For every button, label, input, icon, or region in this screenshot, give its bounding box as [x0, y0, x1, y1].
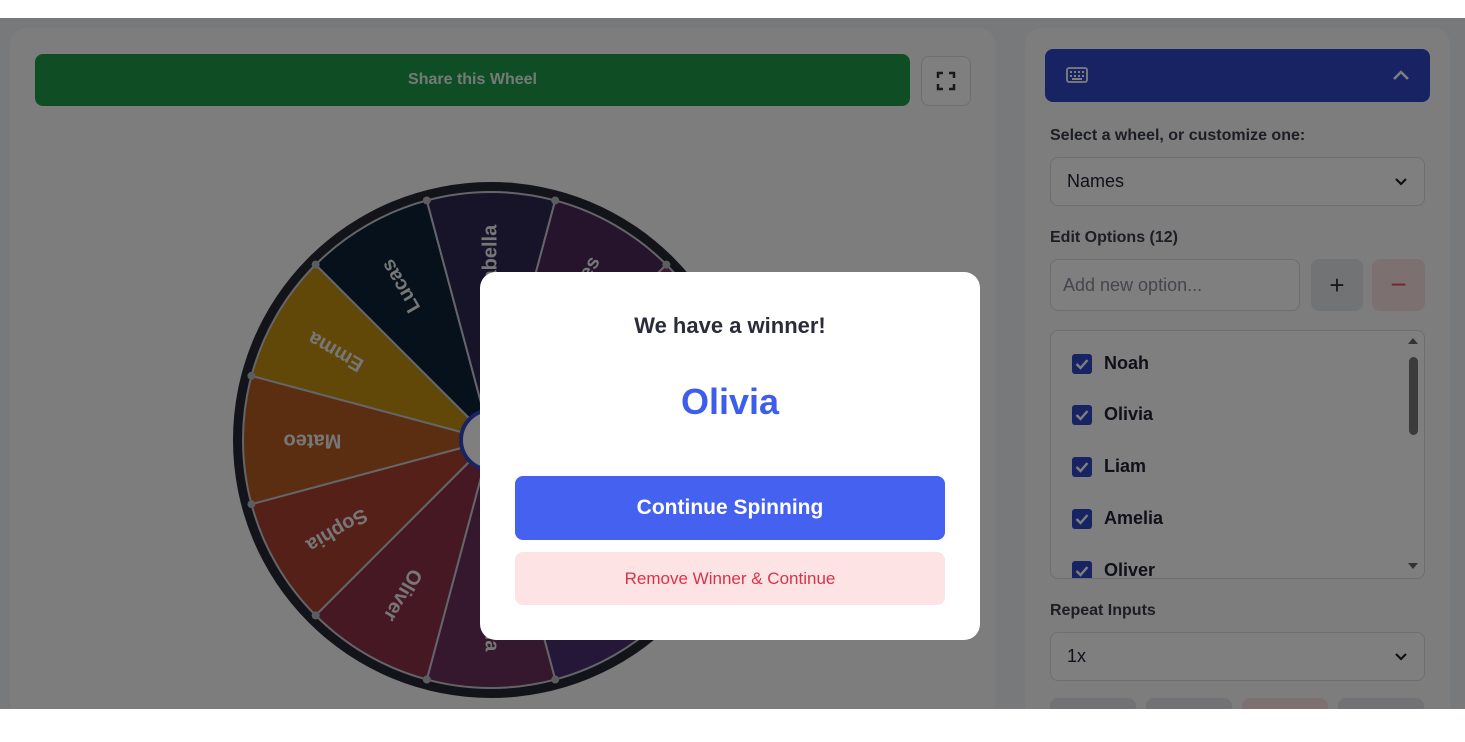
winner-name: Olivia: [680, 381, 780, 422]
dialog-title: We have a winner!: [634, 313, 826, 338]
remove-winner-button[interactable]: Remove Winner & Continue: [515, 552, 945, 605]
app-root: Share this Wheel NoahOliviaLiamAmeliaOli…: [0, 18, 1465, 709]
winner-dialog: We have a winner! Olivia Continue Spinni…: [480, 272, 980, 640]
continue-spinning-button[interactable]: Continue Spinning: [515, 476, 945, 540]
